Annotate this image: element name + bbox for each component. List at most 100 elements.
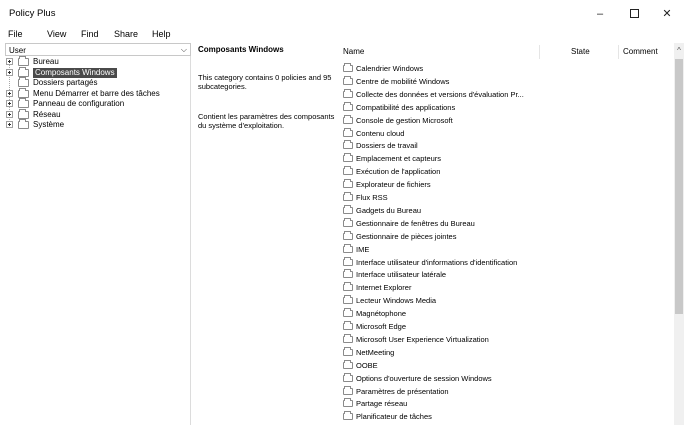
- close-icon: ✕: [662, 8, 672, 20]
- close-button[interactable]: ✕: [650, 0, 684, 27]
- list-item[interactable]: Centre de mobilité Windows: [340, 75, 674, 87]
- list-item[interactable]: Internet Explorer: [340, 282, 674, 293]
- plus-box-icon[interactable]: [6, 68, 13, 76]
- column-header-name[interactable]: Name: [340, 45, 538, 59]
- list-item[interactable]: Emplacement et capteurs: [340, 153, 674, 164]
- tree-item[interactable]: Système: [5, 119, 191, 130]
- folder-icon: [18, 98, 29, 108]
- list-item[interactable]: Dossiers de travail: [340, 140, 674, 151]
- list-item[interactable]: Gestionnaire de fenêtres du Bureau: [340, 217, 674, 229]
- tree-item[interactable]: Menu Démarrer et barre des tâches: [5, 87, 191, 99]
- column-header-state[interactable]: State: [568, 45, 618, 59]
- folder-icon: [343, 308, 353, 318]
- list-item-label: Magnétophone: [356, 309, 407, 319]
- list-item-label: IME: [356, 244, 370, 254]
- menu-find[interactable]: Find: [81, 29, 99, 39]
- list-item[interactable]: Gestionnaire de pièces jointes: [340, 230, 674, 242]
- folder-icon: [343, 385, 353, 395]
- folder-icon: [343, 372, 353, 382]
- category-panel: User ⌵ Bureau Composants Windows Dossiers …: [5, 43, 191, 425]
- list-item-label: Options d'ouverture de session Windows: [356, 373, 492, 383]
- minimize-button[interactable]: –: [583, 0, 617, 27]
- list-item-label: Internet Explorer: [356, 283, 412, 293]
- folder-icon: [343, 256, 353, 266]
- category-summary: This category contains 0 policies and 95…: [198, 73, 332, 91]
- list-item[interactable]: Paramètres de présentation: [340, 385, 674, 397]
- list-item[interactable]: Console de gestion Microsoft: [340, 114, 674, 126]
- column-divider[interactable]: [618, 45, 619, 59]
- list-item[interactable]: Flux RSS: [340, 192, 674, 203]
- list-item[interactable]: Collecte des données et versions d'évalu…: [340, 88, 674, 100]
- list-item-label: Collecte des données et versions d'évalu…: [356, 89, 524, 99]
- folder-icon: [343, 282, 353, 292]
- list-item[interactable]: Gadgets du Bureau: [340, 204, 674, 216]
- folder-icon: [18, 119, 29, 129]
- menu-help[interactable]: Help: [152, 29, 171, 39]
- list-item[interactable]: Planificateur de tâches: [340, 411, 674, 422]
- scroll-up-icon[interactable]: ^: [674, 46, 684, 56]
- folder-icon: [343, 411, 353, 421]
- tree-item[interactable]: Dossiers partagés: [5, 77, 191, 88]
- plus-box-icon[interactable]: [6, 110, 13, 118]
- column-divider[interactable]: [539, 45, 540, 59]
- list-item[interactable]: Microsoft User Experience Virtualization: [340, 333, 674, 345]
- list-item[interactable]: Interface utilisateur latérale: [340, 269, 674, 280]
- maximize-button[interactable]: [617, 0, 651, 27]
- list-item-label: Paramètres de présentation: [356, 386, 449, 396]
- folder-icon: [18, 108, 29, 119]
- list-item-label: Microsoft Edge: [356, 322, 407, 331]
- list-item[interactable]: Options d'ouverture de session Windows: [340, 372, 674, 384]
- folder-icon: [343, 166, 353, 176]
- tree-item-label: Réseau: [33, 109, 61, 119]
- list-item[interactable]: Exécution de l'application: [340, 166, 674, 177]
- scroll-thumb[interactable]: [675, 59, 683, 314]
- list-item-label: Partage réseau: [356, 399, 408, 409]
- list-scrollbar[interactable]: ^: [674, 43, 684, 425]
- list-item-label: Interface utilisateur d'informations d'i…: [356, 257, 518, 267]
- folder-icon: [343, 204, 353, 214]
- tree-item[interactable]: Bureau: [5, 56, 191, 67]
- list-item-label: Gestionnaire de fenêtres du Bureau: [356, 218, 475, 228]
- column-header-comment[interactable]: Comment: [620, 45, 672, 59]
- list-item[interactable]: Explorateur de fichiers: [340, 179, 674, 190]
- list-item-label: Contenu cloud: [356, 128, 405, 138]
- list-item[interactable]: Interface utilisateur d'informations d'i…: [340, 256, 674, 268]
- chevron-down-icon: ⌵: [180, 45, 187, 54]
- policy-source-select[interactable]: User ⌵: [5, 43, 191, 56]
- plus-box-icon[interactable]: [6, 58, 13, 65]
- tree-item[interactable]: Panneau de configuration: [5, 98, 191, 109]
- plus-box-icon[interactable]: [6, 100, 13, 107]
- tree-item-label: Composants Windows: [33, 67, 117, 78]
- list-item[interactable]: Microsoft Edge: [340, 321, 674, 332]
- plus-box-icon[interactable]: [6, 121, 13, 128]
- menu-file[interactable]: File: [8, 29, 23, 39]
- folder-icon: [343, 140, 353, 150]
- folder-icon: [343, 333, 353, 343]
- list-item[interactable]: Contenu cloud: [340, 127, 674, 139]
- list-item[interactable]: Partage réseau: [340, 398, 674, 409]
- folder-icon: [18, 77, 29, 87]
- tree-item[interactable]: Réseau: [5, 108, 191, 120]
- menu-share[interactable]: Share: [114, 29, 138, 39]
- folder-icon: [343, 243, 353, 253]
- list-item[interactable]: NetMeeting: [340, 346, 674, 358]
- list-item[interactable]: OOBE: [340, 359, 674, 371]
- list-item[interactable]: IME: [340, 243, 674, 255]
- list-item[interactable]: Calendrier Windows: [340, 63, 674, 74]
- plus-box-icon[interactable]: [6, 89, 13, 97]
- list-item[interactable]: Compatibilité des applications: [340, 101, 674, 113]
- maximize-icon: [629, 9, 639, 18]
- list-item[interactable]: Lecteur Windows Media: [340, 295, 674, 306]
- folder-icon: [343, 398, 353, 408]
- tree-item[interactable]: Composants Windows: [5, 66, 191, 78]
- folder-icon: [18, 56, 29, 66]
- tree-item-label: Menu Démarrer et barre des tâches: [33, 88, 160, 98]
- list-item-label: Centre de mobilité Windows: [356, 76, 450, 86]
- folder-icon: [343, 114, 353, 124]
- menu-view[interactable]: View: [47, 29, 66, 39]
- list-item-label: Lecteur Windows Media: [356, 296, 437, 306]
- window-title: Policy Plus: [9, 8, 56, 19]
- folder-icon: [343, 359, 353, 369]
- category-description: Contient les paramètres des composants d…: [198, 112, 335, 130]
- list-item[interactable]: Magnétophone: [340, 308, 674, 319]
